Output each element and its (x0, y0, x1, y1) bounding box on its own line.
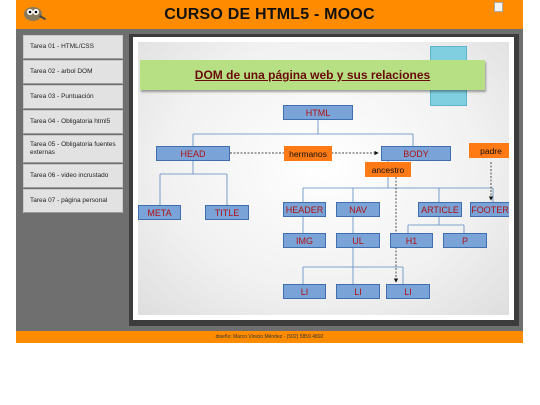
dom-figure: DOM de una página web y sus relaciones H… (133, 37, 514, 320)
site-header: CURSO DE HTML5 - MOOC (16, 0, 523, 29)
relation-parent: padre (469, 143, 509, 158)
node-li-2: LI (336, 284, 380, 299)
node-img: IMG (283, 233, 326, 248)
sidebar-item-tarea-07[interactable]: Tarea 07 - página personal (23, 189, 123, 213)
node-li-3: LI (386, 284, 430, 299)
sidebar-item-tarea-04[interactable]: Tarea 04 - Obligatoria html5 (23, 110, 123, 134)
node-li-1: LI (283, 284, 326, 299)
site-footer: diseño: Marco Vinicio Méndez - (502) 585… (16, 331, 523, 343)
node-body: BODY (381, 146, 451, 161)
sidebar-item-tarea-03[interactable]: Tarea 03 - Puntuación (23, 85, 123, 109)
dom-diagram: DOM de una página web y sus relaciones H… (138, 42, 509, 315)
sidebar-item-tarea-05[interactable]: Tarea 05 - Obligatoria fuentes externas (23, 135, 123, 163)
node-head: HEAD (156, 146, 230, 161)
site-title: CURSO DE HTML5 - MOOC (164, 6, 375, 23)
node-meta: META (138, 205, 181, 220)
sidebar-item-tarea-01[interactable]: Tarea 01 - HTML/CSS (23, 35, 123, 59)
sidebar-nav: Tarea 01 - HTML/CSS Tarea 02 - arbol DOM… (23, 35, 125, 214)
sidebar-item-tarea-02[interactable]: Tarea 02 - arbol DOM (23, 60, 123, 84)
node-article: ARTICLE (418, 202, 462, 217)
relation-siblings: hermanos (284, 146, 332, 161)
content-panel: DOM de una página web y sus relaciones H… (129, 34, 519, 326)
sidebar-item-tarea-06[interactable]: Tarea 06 - video incrustado (23, 164, 123, 188)
node-p: P (443, 233, 487, 248)
node-nav: NAV (336, 202, 380, 217)
diagram-title: DOM de una página web y sus relaciones (140, 60, 485, 90)
node-h1: H1 (390, 233, 433, 248)
node-title: TITLE (205, 205, 249, 220)
main-area: Tarea 01 - HTML/CSS Tarea 02 - arbol DOM… (16, 29, 523, 331)
node-ul: UL (336, 233, 380, 248)
broken-image-icon (494, 2, 503, 12)
page-frame: CURSO DE HTML5 - MOOC Tarea 01 - HTML/CS… (16, 0, 523, 343)
relation-ancestor: ancestro (365, 162, 411, 177)
node-header: HEADER (283, 202, 326, 217)
node-footer: FOOTER (470, 202, 509, 217)
node-html: HTML (283, 105, 353, 120)
